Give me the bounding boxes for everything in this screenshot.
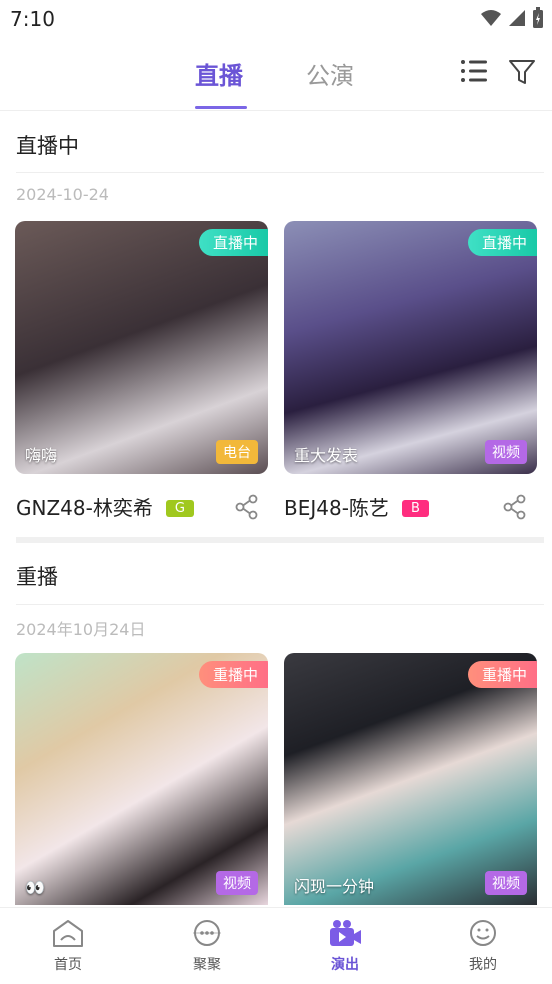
nav-label: 演出: [331, 957, 359, 973]
section-separator: [16, 537, 544, 543]
video-tag: 视频: [485, 871, 527, 895]
live-card-2[interactable]: 直播中 重大发表 视频: [284, 221, 537, 474]
status-bar: 7:10: [0, 0, 552, 38]
active-tab-indicator: [195, 106, 247, 109]
tab-live[interactable]: 直播: [195, 56, 243, 91]
replay-card-2[interactable]: 重播中 闪现一分钟 视频: [284, 653, 537, 905]
nav-item-performance[interactable]: 演出: [305, 918, 385, 974]
top-navigation: 直播 公演: [0, 38, 552, 111]
member-name[interactable]: GNZ48-林奕希: [16, 496, 153, 520]
radio-tag: 电台: [216, 440, 258, 464]
tab-public-performance[interactable]: 公演: [306, 56, 354, 91]
nav-label: 首页: [54, 957, 82, 973]
group-badge: B: [402, 500, 429, 517]
nav-label: 聚聚: [193, 957, 221, 973]
member-row-2: BEJ48-陈艺 B: [284, 492, 537, 522]
signal-icon: [509, 10, 525, 26]
live-badge: 直播中: [198, 229, 268, 256]
video-tag: 视频: [485, 440, 527, 464]
battery-icon: [533, 7, 543, 28]
nav-item-home[interactable]: 首页: [28, 918, 108, 974]
live-badge: 直播中: [467, 229, 537, 256]
share-icon[interactable]: [503, 494, 527, 520]
nav-item-mine[interactable]: 我的: [443, 918, 523, 974]
home-icon: [53, 920, 83, 947]
card-caption: 👀: [25, 878, 45, 897]
status-icons: [480, 7, 544, 29]
nav-item-gathering[interactable]: 聚聚: [167, 918, 247, 974]
nav-label: 我的: [469, 957, 497, 973]
wifi-icon: [481, 10, 501, 26]
card-caption: 闪现一分钟: [294, 877, 375, 896]
replay-card-1[interactable]: 重播中 👀 视频: [15, 653, 268, 905]
live-card-1[interactable]: 直播中 嗨嗨 电台: [15, 221, 268, 474]
chat-icon: [193, 920, 221, 946]
filter-icon[interactable]: [508, 58, 536, 86]
list-icon[interactable]: [460, 58, 488, 84]
section-title-replay: 重播: [16, 565, 58, 589]
section-title-live: 直播中: [16, 134, 79, 158]
replay-badge: 重播中: [467, 661, 537, 688]
share-icon[interactable]: [235, 494, 259, 520]
live-date: 2024-10-24: [16, 185, 109, 204]
group-badge: G: [165, 500, 194, 517]
bottom-navigation: 首页 聚聚 演出 我的: [0, 907, 552, 984]
section-divider: [16, 172, 544, 173]
section-divider: [16, 604, 544, 605]
replay-badge: 重播中: [198, 661, 268, 688]
card-caption: 嗨嗨: [25, 446, 58, 465]
member-row-1: GNZ48-林奕希 G: [16, 492, 269, 522]
video-tag: 视频: [216, 871, 258, 895]
replay-date: 2024年10月24日: [16, 620, 146, 639]
video-camera-icon: [330, 920, 361, 946]
member-name[interactable]: BEJ48-陈艺: [284, 496, 389, 520]
profile-icon: [470, 920, 496, 946]
status-time: 7:10: [10, 7, 55, 31]
card-caption: 重大发表: [294, 446, 359, 465]
